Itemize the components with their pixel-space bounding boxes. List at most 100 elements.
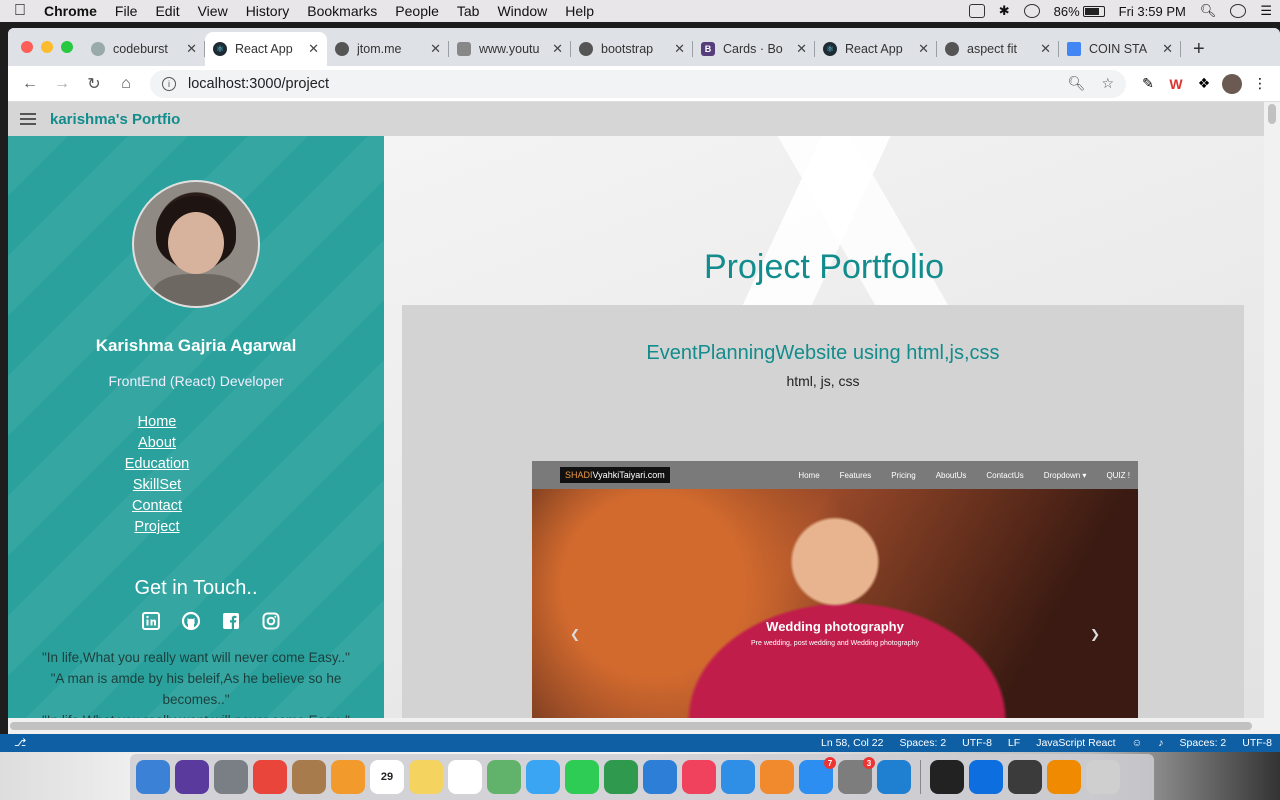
status-language[interactable]: JavaScript React bbox=[1036, 737, 1115, 749]
close-tab-icon[interactable]: ✕ bbox=[430, 41, 441, 57]
menu-window[interactable]: Window bbox=[488, 3, 556, 19]
instagram-icon[interactable] bbox=[260, 610, 282, 632]
sublime-icon[interactable] bbox=[1008, 760, 1042, 794]
browser-tab-active[interactable]: ⚛ React App ✕ bbox=[205, 32, 327, 66]
site-info-icon[interactable]: i bbox=[162, 76, 176, 91]
launchpad-icon[interactable] bbox=[214, 760, 248, 794]
siri-tray-icon[interactable] bbox=[1230, 4, 1247, 18]
appstore-icon[interactable]: 7 bbox=[799, 757, 836, 794]
eyedropper-extension-icon[interactable]: ✎ bbox=[1134, 70, 1162, 98]
reload-icon[interactable]: ↻ bbox=[78, 70, 110, 98]
forward-arrow-icon[interactable]: → bbox=[46, 70, 78, 98]
minimize-window-button[interactable] bbox=[41, 41, 53, 53]
spotlight-search-icon[interactable]: 🔍︎ bbox=[1200, 3, 1217, 19]
numbers-icon[interactable] bbox=[604, 760, 638, 794]
browser-tab[interactable]: bootstrap ✕ bbox=[571, 32, 693, 66]
scrollbar-thumb[interactable] bbox=[10, 722, 1252, 730]
nav-link-project[interactable]: Project bbox=[134, 517, 179, 538]
menu-edit[interactable]: Edit bbox=[146, 3, 188, 19]
profile-avatar-icon[interactable] bbox=[1218, 70, 1246, 98]
browser-tab[interactable]: COIN STA ✕ bbox=[1059, 32, 1181, 66]
messages-icon[interactable] bbox=[526, 760, 560, 794]
hamburger-menu-icon[interactable] bbox=[20, 113, 36, 125]
notification-center-icon[interactable]: ☰ bbox=[1260, 3, 1272, 19]
horizontal-scrollbar[interactable] bbox=[8, 718, 1264, 734]
notes-icon[interactable] bbox=[409, 760, 443, 794]
close-tab-icon[interactable]: ✕ bbox=[186, 41, 197, 57]
browser-tab[interactable]: aspect fit ✕ bbox=[937, 32, 1059, 66]
status-encoding-2[interactable]: UTF-8 bbox=[1242, 737, 1272, 749]
teamviewer-icon[interactable] bbox=[969, 760, 1003, 794]
status-cursor[interactable]: Ln 58, Col 22 bbox=[821, 737, 883, 749]
address-bar[interactable]: i localhost:3000/project 🔍︎ ☆ bbox=[150, 69, 1126, 98]
close-tab-icon[interactable]: ✕ bbox=[796, 41, 807, 57]
vlc-icon[interactable] bbox=[1047, 760, 1081, 794]
browser-tab[interactable]: www.youtu ✕ bbox=[449, 32, 571, 66]
menu-app-name[interactable]: Chrome bbox=[40, 3, 106, 19]
calendar-icon[interactable]: 29 bbox=[370, 760, 404, 794]
status-indent-2[interactable]: Spaces: 2 bbox=[1180, 737, 1227, 749]
project-screenshot[interactable]: SHADIVyahkiTaiyari.com Home Features Pri… bbox=[532, 461, 1138, 718]
close-tab-icon[interactable]: ✕ bbox=[918, 41, 929, 57]
contacts-icon[interactable] bbox=[292, 760, 326, 794]
nav-link-about[interactable]: About bbox=[138, 433, 176, 454]
siri-icon[interactable] bbox=[175, 760, 209, 794]
photos-icon[interactable] bbox=[331, 760, 365, 794]
vertical-scrollbar[interactable] bbox=[1264, 102, 1280, 734]
close-tab-icon[interactable]: ✕ bbox=[1162, 41, 1173, 57]
close-tab-icon[interactable]: ✕ bbox=[552, 41, 563, 57]
status-eol[interactable]: LF bbox=[1008, 737, 1020, 749]
books-icon[interactable] bbox=[760, 760, 794, 794]
settings-icon[interactable]: 3 bbox=[838, 757, 875, 794]
menu-help[interactable]: Help bbox=[556, 3, 603, 19]
zoom-window-button[interactable] bbox=[61, 41, 73, 53]
wifi-icon[interactable] bbox=[1023, 4, 1040, 18]
back-arrow-icon[interactable]: ← bbox=[14, 70, 46, 98]
w-extension-icon[interactable]: W bbox=[1162, 70, 1190, 98]
chrome-menu-icon[interactable]: ⋮ bbox=[1246, 70, 1274, 98]
nav-link-home[interactable]: Home bbox=[138, 412, 177, 433]
close-tab-icon[interactable]: ✕ bbox=[674, 41, 685, 57]
browser-tab[interactable]: codeburst ✕ bbox=[83, 32, 205, 66]
menu-file[interactable]: File bbox=[106, 3, 147, 19]
scrollbar-thumb[interactable] bbox=[1268, 104, 1276, 124]
bluetooth-icon[interactable]: ✱ bbox=[999, 3, 1010, 19]
apple-icon[interactable]:  bbox=[0, 2, 40, 20]
close-window-button[interactable] bbox=[21, 41, 33, 53]
nav-link-contact[interactable]: Contact bbox=[132, 496, 182, 517]
vscode-icon[interactable] bbox=[877, 760, 911, 794]
menu-tab[interactable]: Tab bbox=[448, 3, 489, 19]
status-indent[interactable]: Spaces: 2 bbox=[899, 737, 946, 749]
menu-people[interactable]: People bbox=[386, 3, 448, 19]
terminal-icon[interactable] bbox=[930, 760, 964, 794]
extensions-puzzle-icon[interactable]: ❖ bbox=[1190, 70, 1218, 98]
close-tab-icon[interactable]: ✕ bbox=[1040, 41, 1051, 57]
new-tab-button[interactable]: + bbox=[1181, 32, 1217, 66]
bell-icon[interactable]: ♪ bbox=[1158, 737, 1163, 749]
nav-link-education[interactable]: Education bbox=[125, 454, 190, 475]
music-icon[interactable] bbox=[682, 760, 716, 794]
home-icon[interactable]: ⌂ bbox=[110, 70, 142, 98]
menu-view[interactable]: View bbox=[189, 3, 237, 19]
browser-tab[interactable]: jtom.me ✕ bbox=[327, 32, 449, 66]
finder-icon[interactable] bbox=[136, 760, 170, 794]
menu-bookmarks[interactable]: Bookmarks bbox=[298, 3, 386, 19]
facebook-icon[interactable] bbox=[220, 610, 242, 632]
facetime-icon[interactable] bbox=[565, 760, 599, 794]
trash-icon[interactable] bbox=[1086, 760, 1120, 794]
teamviewer-tray-icon[interactable] bbox=[968, 4, 985, 18]
close-tab-icon[interactable]: ✕ bbox=[308, 41, 319, 57]
address-url[interactable]: localhost:3000/project bbox=[188, 76, 1052, 92]
chrome-icon[interactable] bbox=[253, 760, 287, 794]
branch-icon[interactable]: ⎇ bbox=[0, 737, 26, 749]
feedback-icon[interactable]: ☺ bbox=[1132, 737, 1143, 749]
bookmark-star-icon[interactable]: ☆ bbox=[1101, 75, 1114, 92]
status-encoding[interactable]: UTF-8 bbox=[962, 737, 992, 749]
battery-status[interactable]: 86% bbox=[1054, 4, 1105, 19]
reminders-icon[interactable] bbox=[448, 760, 482, 794]
linkedin-icon[interactable] bbox=[140, 610, 162, 632]
github-icon[interactable] bbox=[180, 610, 202, 632]
keynote-icon[interactable] bbox=[643, 760, 677, 794]
zoom-icon[interactable]: 🔍︎ bbox=[1068, 75, 1086, 92]
menu-history[interactable]: History bbox=[237, 3, 299, 19]
